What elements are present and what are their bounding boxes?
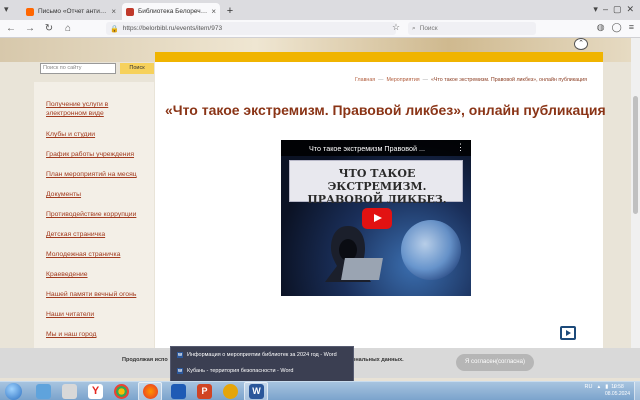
- sidebar-menu: Получение услуги в электронном виде Клуб…: [34, 82, 154, 348]
- firefox-icon[interactable]: [143, 384, 158, 399]
- scroll-up-icon[interactable]: ⌃: [574, 38, 588, 50]
- sidebar-item-documents[interactable]: Документы: [46, 190, 150, 199]
- search-placeholder: Поиск: [419, 25, 438, 32]
- window-controls[interactable]: ▾ – ▢ ✕: [593, 4, 634, 15]
- popup-item[interactable]: W Информация о мероприятии библиотек за …: [177, 352, 337, 358]
- site-search-button[interactable]: Поиск: [120, 63, 154, 74]
- video-banner-text: ЧТО ТАКОЕ ЭКСТРЕМИЗМ. ПРАВОВОЙ ЛИКБЕЗ.: [290, 167, 464, 206]
- more-options-icon[interactable]: ⋮: [456, 142, 465, 153]
- tab-list-icon[interactable]: ▾: [4, 4, 9, 15]
- language-indicator[interactable]: RU: [585, 384, 593, 390]
- mail-favicon-icon: [26, 7, 34, 16]
- page-scrollbar[interactable]: [631, 38, 640, 348]
- yandex-browser-icon[interactable]: Y: [88, 384, 103, 399]
- cookie-text: ональных данных.: [352, 357, 404, 363]
- search-icon: ⌕: [412, 24, 416, 32]
- back-icon[interactable]: ←: [6, 23, 16, 34]
- sidebar-item-youth[interactable]: Молодежная страничка: [46, 250, 150, 259]
- forward-icon[interactable]: →: [25, 23, 35, 34]
- sidebar-item-children[interactable]: Детская страничка: [46, 230, 150, 239]
- clock[interactable]: 10:58 08.05.2024: [605, 384, 630, 398]
- word-icon[interactable]: W: [249, 384, 264, 399]
- tab-mail[interactable]: Письмо «Отчет антитеррор 2(» ×: [22, 3, 120, 20]
- video-file-icon[interactable]: [560, 326, 576, 340]
- tab-title: Письмо «Отчет антитеррор 2(»: [38, 8, 107, 15]
- clock-time: 10:58: [611, 384, 624, 390]
- windows-taskbar: Y P W RU ▴ ▮ ♪ 10:58 08.05.2024: [0, 381, 640, 400]
- globe-graphic: [401, 220, 461, 280]
- video-banner: ЧТО ТАКОЕ ЭКСТРЕМИЗМ. ПРАВОВОЙ ЛИКБЕЗ.: [289, 160, 463, 206]
- home-icon[interactable]: ⌂: [63, 23, 73, 34]
- breadcrumb-separator: —: [378, 77, 384, 83]
- page-title: «Что такое экстремизм. Правовой ликбез»,…: [165, 102, 606, 118]
- tab-title: Библиотека Белореченского горо: [138, 8, 207, 15]
- reload-icon[interactable]: ↻: [44, 23, 54, 34]
- cookie-accept-button[interactable]: Я согласен(согласна): [456, 354, 534, 371]
- header-accent-strip: [155, 52, 603, 62]
- close-tab-icon[interactable]: ×: [211, 7, 216, 16]
- word-icon: W: [177, 352, 183, 358]
- sidebar-item-readers[interactable]: Наши читатели: [46, 310, 150, 319]
- site-search-input[interactable]: Поиск по сайту: [40, 63, 116, 74]
- sidebar-item-clubs[interactable]: Клубы и студии: [46, 130, 150, 139]
- video-title[interactable]: Что такое экстремизм Правовой ...: [309, 144, 425, 153]
- sidebar-item-eternal-flame[interactable]: Нашей памяти вечный огонь: [46, 290, 150, 299]
- breadcrumb: Главная — Мероприятия — «Что такое экстремиз…: [355, 77, 587, 83]
- browser-tab-bar: ▾ Письмо «Отчет антитеррор 2(» × Библиот…: [0, 0, 640, 20]
- browser-search-input[interactable]: ⌕ Поиск: [408, 22, 536, 35]
- chrome-icon[interactable]: [114, 384, 129, 399]
- video-banner-line: ЧТО ТАКОЕ ЭКСТРЕМИЗМ.: [327, 167, 427, 193]
- url-text: https://belorbibl.ru/events/item/973: [122, 25, 223, 32]
- tab-library[interactable]: Библиотека Белореченского горо ×: [122, 3, 220, 20]
- app-icon[interactable]: [171, 384, 186, 399]
- video-player[interactable]: ЧТО ТАКОЕ ЭКСТРЕМИЗМ. ПРАВОВОЙ ЛИКБЕЗ. Ч…: [281, 140, 471, 296]
- media-player-icon[interactable]: [223, 384, 238, 399]
- new-tab-button[interactable]: +: [222, 3, 238, 19]
- main-content: Главная — Мероприятия — «Что такое экстремиз…: [155, 62, 606, 348]
- video-banner-line: ПРАВОВОЙ ЛИКБЕЗ.: [307, 193, 447, 206]
- web-page: ⌃ Поиск по сайту Поиск Получение услуги …: [0, 38, 640, 348]
- address-bar[interactable]: 🔒 https://belorbibl.ru/events/item/973: [106, 22, 396, 35]
- explorer-icon[interactable]: [36, 384, 51, 399]
- files-icon[interactable]: [62, 384, 77, 399]
- breadcrumb-separator: —: [422, 77, 428, 83]
- sidebar-item-electronic-services[interactable]: Получение услуги в электронном виде: [46, 100, 150, 118]
- lock-icon: 🔒: [110, 25, 119, 33]
- start-button-icon[interactable]: [5, 383, 22, 400]
- word-icon: W: [177, 368, 183, 374]
- bookmark-star-icon[interactable]: ☆: [392, 22, 400, 33]
- popup-item[interactable]: W Кубань - территория безопасности - Wor…: [177, 368, 293, 374]
- tray-arrow-icon[interactable]: ▴: [597, 384, 600, 390]
- popup-item-label: Кубань - территория безопасности - Word: [187, 368, 294, 374]
- laptop-graphic: [341, 258, 383, 280]
- sidebar-item-events-plan[interactable]: План мероприятий на месяц: [46, 170, 150, 179]
- toolbar-icons: ◍ ◯ ≡: [597, 22, 634, 33]
- taskbar-word-popup: W Информация о мероприятии библиотек за …: [170, 346, 354, 382]
- library-favicon-icon: [126, 7, 134, 16]
- cookie-text: Продолжая испо: [122, 357, 168, 363]
- popup-item-label: Информация о мероприятии библиотек за 20…: [187, 352, 337, 358]
- sidebar-item-our-city[interactable]: Мы и наш город: [46, 330, 150, 339]
- close-tab-icon[interactable]: ×: [111, 7, 116, 16]
- pocket-icon[interactable]: ◍: [597, 22, 605, 33]
- breadcrumb-home[interactable]: Главная: [355, 77, 375, 83]
- menu-icon[interactable]: ≡: [629, 22, 634, 33]
- powerpoint-icon[interactable]: P: [197, 384, 212, 399]
- breadcrumb-current: «Что такое экстремизм. Правовой ликбез»,…: [430, 77, 587, 83]
- account-icon[interactable]: ◯: [612, 22, 622, 33]
- sidebar-item-schedule[interactable]: График работы учреждения: [46, 150, 150, 159]
- breadcrumb-events[interactable]: Мероприятия: [386, 77, 419, 83]
- play-icon[interactable]: [362, 208, 392, 229]
- sidebar-item-anticorruption[interactable]: Противодействие коррупции: [46, 210, 150, 219]
- show-desktop-button[interactable]: [634, 382, 640, 400]
- sidebar-item-local-history[interactable]: Краеведение: [46, 270, 150, 279]
- clock-date: 08.05.2024: [604, 391, 630, 397]
- scrollbar-thumb[interactable]: [633, 96, 638, 214]
